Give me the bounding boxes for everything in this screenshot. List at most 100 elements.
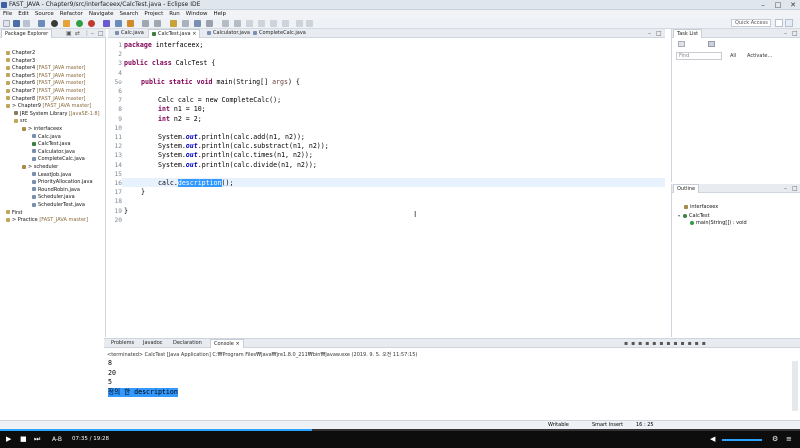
java-editor[interactable]: Calc.java CalcTest.java × Calculator.jav… [108,29,665,337]
java-perspective-icon[interactable] [785,19,793,27]
task-filter-all[interactable]: All [730,53,736,59]
minimize-button[interactable]: – [756,0,770,10]
tree-item[interactable]: Calc.java [32,134,61,142]
tree-item[interactable]: PriorityAllocation.java [32,179,93,187]
minimize-view-icon[interactable]: – [784,30,787,37]
build-icon[interactable] [38,20,45,27]
maximize-view-icon[interactable]: □ [792,185,798,192]
tree-item[interactable]: Chapter2 [6,50,35,58]
tab-outline[interactable]: Outline [673,184,700,193]
volume-icon[interactable]: ◀ [710,435,715,443]
new-package-icon[interactable] [115,20,122,27]
tree-item[interactable]: Chapter5 [FAST_JAVA master] [6,73,85,81]
toggle-breadcrumb-icon[interactable] [182,20,189,27]
tab-completecalc-java[interactable]: CompleteCalc.java [250,29,309,38]
maximize-view-icon[interactable]: □ [792,30,798,37]
tab-task-list[interactable]: Task List [673,29,703,38]
run-icon[interactable] [76,20,83,27]
view-menu-icon[interactable]: ⋮ [84,30,90,37]
next-icon[interactable]: ⏭ [34,435,40,444]
menu-help[interactable]: Help [210,10,229,18]
task-activate-link[interactable]: Activate... [747,53,772,59]
tree-item[interactable]: CompleteCalc.java [32,156,85,164]
task-find-input[interactable]: Find [676,52,722,60]
tab-declaration[interactable]: Declaration [170,339,205,348]
tree-item[interactable]: Scheduler.java [32,194,75,202]
tree-item[interactable]: CalcTest.java [32,141,71,149]
maximize-button[interactable]: □ [771,0,785,10]
categorize-icon[interactable] [708,41,715,47]
ab-repeat-button[interactable]: A-B [52,436,62,443]
quick-access-input[interactable]: Quick Access [731,19,771,27]
tab-calctest-java[interactable]: CalcTest.java × [148,29,201,38]
new-task-icon[interactable] [678,41,685,47]
tree-item[interactable]: LeastJob.java [32,172,71,180]
close-tab-icon[interactable]: × [192,31,196,37]
minimize-view-icon[interactable]: – [784,185,787,192]
play-icon[interactable]: ▶ [6,435,11,443]
close-tab-icon[interactable]: × [235,341,239,347]
tree-item[interactable]: Calculator.java [32,149,75,157]
link-editor-icon[interactable]: ⇄ [75,30,80,37]
outline-item-package[interactable]: interfaceex [684,204,718,212]
tab-package-explorer[interactable]: Package Explorer [1,29,53,38]
menu-icon[interactable]: ≡ [786,435,792,443]
nav-back-icon[interactable] [296,20,303,27]
menu-refactor[interactable]: Refactor [57,10,86,18]
save-all-icon[interactable] [23,20,30,27]
menu-navigate[interactable]: Navigate [86,10,117,18]
outline-item-class[interactable]: ▾ CalcTest [678,212,710,220]
menu-edit[interactable]: Edit [15,10,32,18]
close-button[interactable]: ✕ [786,0,800,10]
search-icon[interactable] [154,20,161,27]
new-icon[interactable] [3,20,10,27]
stop-icon[interactable]: ■ [20,435,27,443]
new-java-project-icon[interactable] [103,20,110,27]
tab-console[interactable]: Console × [210,339,244,348]
last-edit-icon[interactable] [246,20,253,27]
console-scrollbar[interactable] [792,361,798,411]
tab-problems[interactable]: Problems [108,339,137,348]
menu-project[interactable]: Project [141,10,166,18]
tree-item[interactable]: Chapter3 [6,58,35,66]
open-perspective-icon[interactable] [775,19,783,27]
toggle-highlight-icon[interactable] [194,20,201,27]
new-class-icon[interactable] [127,20,134,27]
tree-item[interactable]: > Chapter9 [FAST_JAVA master] [6,103,91,111]
video-progress-bar[interactable] [0,429,800,431]
minimize-view-icon[interactable]: – [91,30,94,37]
toggle-mark-icon[interactable] [63,20,70,27]
tab-calculator-java[interactable]: Calculator.java [204,29,253,38]
nav-forward-icon[interactable] [306,20,313,27]
annotation-icon[interactable] [170,20,177,27]
menu-file[interactable]: File [0,10,15,18]
tree-item[interactable]: > Practice [FAST_JAVA master] [6,217,88,225]
save-icon[interactable] [13,20,20,27]
volume-slider[interactable] [722,439,762,441]
tree-item[interactable]: First [6,210,23,218]
tree-item[interactable]: Chapter7 [FAST_JAVA master] [6,88,85,96]
debug-icon[interactable] [51,20,58,27]
forward-icon[interactable] [270,20,277,27]
tree-item[interactable]: > interfaceex [22,126,62,134]
tree-item[interactable]: RoundRobin.java [32,187,80,195]
menu-window[interactable]: Window [183,10,211,18]
menu-run[interactable]: Run [166,10,183,18]
maximize-editor-icon[interactable]: □ [656,30,662,37]
collapse-all-icon[interactable]: ▣ [66,30,72,37]
tab-javadoc[interactable]: Javadoc [140,339,166,348]
tree-item[interactable]: Chapter8 [FAST_JAVA master] [6,96,85,104]
next-annotation-icon[interactable] [222,20,229,27]
show-whitespace-icon[interactable] [206,20,213,27]
prev-annotation-icon[interactable] [234,20,241,27]
outline-item-method[interactable]: main(String[]) : void [690,220,747,228]
menu-source[interactable]: Source [32,10,57,18]
tree-item[interactable]: SchedulerTest.java [32,202,85,210]
tab-calc-java[interactable]: Calc.java [112,29,147,38]
tree-item[interactable]: > scheduler [22,164,58,172]
menu-search[interactable]: Search [117,10,142,18]
tree-item[interactable]: Chapter4 [FAST_JAVA master] [6,65,85,73]
tree-item[interactable]: Chapter6 [FAST_JAVA master] [6,80,85,88]
tree-item[interactable]: JRE System Library [JavaSE-1.8] [14,111,100,119]
maximize-view-icon[interactable]: □ [98,30,104,37]
